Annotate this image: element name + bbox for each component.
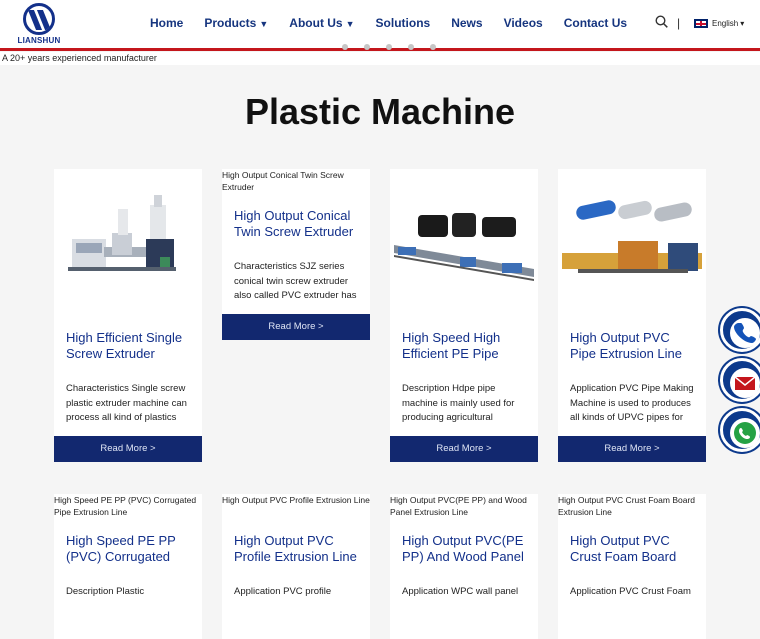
chevron-down-icon: ▾ xyxy=(740,19,745,28)
product-title[interactable]: High Output PVC Profile Extrusion Line xyxy=(222,520,370,577)
logo-mark-icon xyxy=(23,3,55,35)
product-card[interactable]: High Output Conical Twin Screw Extruder … xyxy=(222,169,370,340)
nav-about-us[interactable]: About Us ▼ xyxy=(289,16,354,30)
site-logo[interactable]: LIANSHUN xyxy=(16,3,62,47)
email-icon xyxy=(734,376,756,390)
product-card[interactable]: High Output PVC(PE PP) and Wood Panel Ex… xyxy=(390,494,538,639)
product-title[interactable]: High Output PVC(PE PP) And Wood Panel xyxy=(390,520,538,577)
nav-news[interactable]: News xyxy=(451,16,482,30)
slider-dot[interactable] xyxy=(408,44,414,50)
chevron-down-icon: ▼ xyxy=(345,19,355,29)
product-description: Description Hdpe pipe machine is mainly … xyxy=(402,383,515,423)
phone-icon xyxy=(734,323,756,343)
slider-dots xyxy=(342,44,452,50)
site-header: LIANSHUN Home Products ▼ About Us ▼ Soluti… xyxy=(0,0,760,48)
language-label: English xyxy=(712,19,739,28)
whatsapp-icon xyxy=(734,422,756,444)
product-card[interactable]: High Speed High Efficient PE Pipe Descri… xyxy=(390,169,538,462)
hero-alt-text: A 20+ years experienced manufacturer xyxy=(2,53,157,63)
read-more-button[interactable]: Read More > xyxy=(222,314,370,340)
slider-dot[interactable] xyxy=(342,44,348,50)
header-separator: | xyxy=(677,16,681,30)
product-description: Application PVC Crust Foam xyxy=(570,586,691,597)
email-contact-button[interactable] xyxy=(720,358,760,402)
product-card[interactable]: High Efficient Single Screw Extruder Cha… xyxy=(54,169,202,462)
phone-contact-button[interactable] xyxy=(720,308,760,352)
product-title[interactable]: High Speed High Efficient PE Pipe xyxy=(390,317,538,374)
slider-dot[interactable] xyxy=(364,44,370,50)
product-title[interactable]: High Output PVC Pipe Extrusion Line xyxy=(558,317,706,374)
product-image-alt[interactable]: High Output PVC Profile Extrusion Line xyxy=(222,494,370,520)
read-more-button[interactable]: Read More > xyxy=(558,436,706,462)
product-image-alt[interactable]: High Output PVC Crust Foam Board Extrusi… xyxy=(558,494,706,520)
product-description: Description Plastic xyxy=(66,586,145,597)
product-card[interactable]: High Speed PE PP (PVC) Corrugated Pipe E… xyxy=(54,494,202,639)
logo-text: LIANSHUN xyxy=(17,36,61,45)
product-card[interactable]: High Output PVC Pipe Extrusion Line Appl… xyxy=(558,169,706,462)
uk-flag-icon xyxy=(694,19,708,28)
hero-banner-broken-image: A 20+ years experienced manufacturer xyxy=(0,52,760,65)
product-image-alt[interactable]: High Output PVC(PE PP) and Wood Panel Ex… xyxy=(390,494,538,520)
slider-dot[interactable] xyxy=(386,44,392,50)
nav-contact-us[interactable]: Contact Us xyxy=(564,16,627,30)
main-nav: Home Products ▼ About Us ▼ Solutions News … xyxy=(150,16,648,30)
product-card[interactable]: High Output PVC Crust Foam Board Extrusi… xyxy=(558,494,706,639)
whatsapp-contact-button[interactable] xyxy=(720,408,760,452)
product-description: Application PVC Pipe Making Machine is u… xyxy=(570,383,694,423)
nav-home[interactable]: Home xyxy=(150,16,183,30)
product-title[interactable]: High Output Conical Twin Screw Extruder xyxy=(222,195,370,252)
language-selector[interactable]: English ▾ xyxy=(694,19,744,28)
product-title[interactable]: High Efficient Single Screw Extruder xyxy=(54,317,202,374)
product-image[interactable] xyxy=(390,169,538,317)
page-title: Plastic Machine xyxy=(244,91,516,132)
product-description: Characteristics Single screw plastic ext… xyxy=(66,383,187,423)
product-title[interactable]: High Speed PE PP (PVC) Corrugated xyxy=(54,520,202,577)
product-description: Characteristics SJZ series conical twin … xyxy=(234,261,357,301)
read-more-button[interactable]: Read More > xyxy=(54,436,202,462)
read-more-button[interactable]: Read More > xyxy=(390,436,538,462)
nav-products[interactable]: Products ▼ xyxy=(204,16,268,30)
product-image[interactable] xyxy=(54,169,202,317)
slider-dot[interactable] xyxy=(430,44,436,50)
nav-solutions[interactable]: Solutions xyxy=(376,16,431,30)
product-card[interactable]: High Output PVC Profile Extrusion Line H… xyxy=(222,494,370,639)
chevron-down-icon: ▼ xyxy=(259,19,269,29)
product-description: Application PVC profile xyxy=(234,586,332,597)
product-description: Application WPC wall panel xyxy=(402,586,519,597)
search-icon[interactable] xyxy=(655,15,668,28)
product-image[interactable] xyxy=(558,169,706,317)
product-title[interactable]: High Output PVC Crust Foam Board xyxy=(558,520,706,577)
product-image-alt[interactable]: High Speed PE PP (PVC) Corrugated Pipe E… xyxy=(54,494,202,520)
product-image-alt[interactable]: High Output Conical Twin Screw Extruder xyxy=(222,169,370,195)
nav-videos[interactable]: Videos xyxy=(504,16,543,30)
